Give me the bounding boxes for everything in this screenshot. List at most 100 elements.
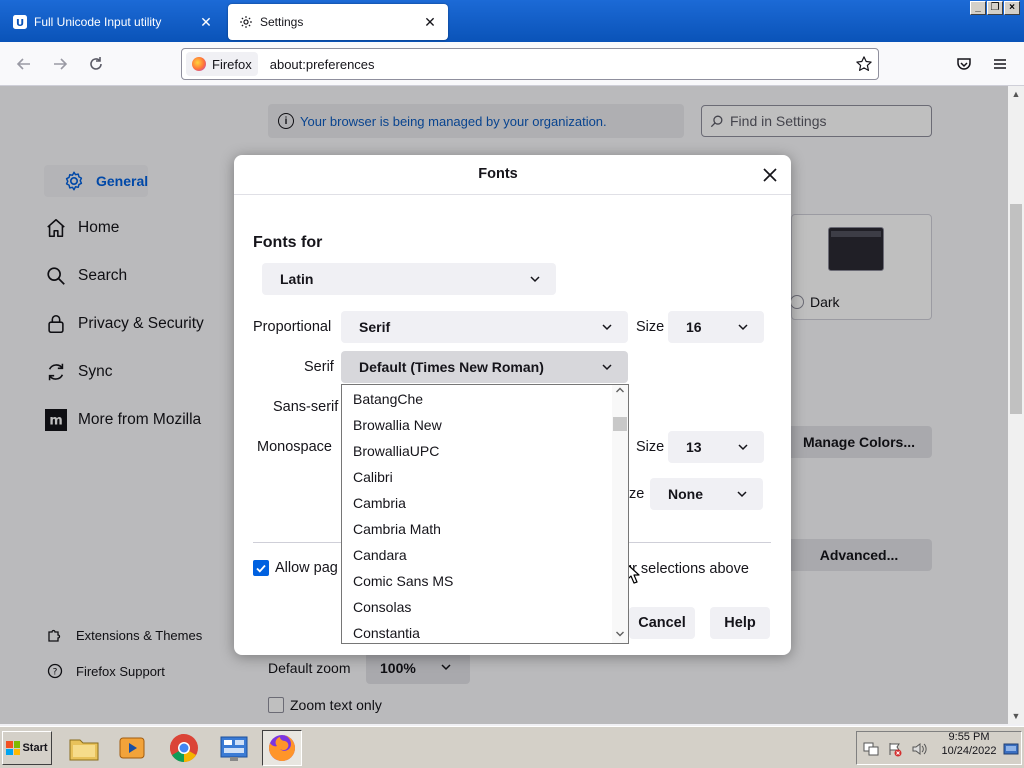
serif-label: Serif [304,359,334,375]
dropdown-option[interactable]: Constantia [342,620,612,643]
chevron-down-icon [736,440,750,454]
scroll-down-arrow-icon[interactable]: ▼ [1008,708,1024,724]
dropdown-option[interactable]: Candara [342,542,612,568]
firefox-logo-icon [192,57,206,71]
hamburger-menu-icon [994,59,1006,69]
restore-button[interactable]: ❐ [987,1,1003,15]
chevron-down-icon [600,320,614,334]
dropdown-option[interactable]: Calibri [342,464,612,490]
forward-button[interactable] [48,52,72,76]
minimize-button[interactable]: _ [970,1,986,15]
identity-label: Firefox [212,56,252,72]
url-text[interactable]: about:preferences [270,57,850,72]
proportional-label: Proportional [253,319,332,335]
dropdown-scroll-thumb[interactable] [613,417,627,431]
chevron-up-icon[interactable] [612,385,628,399]
app-menu-button[interactable] [988,52,1012,76]
start-label: Start [22,742,48,754]
page-scrollbar[interactable]: ▲ ▼ [1008,86,1024,724]
tab-unicode-utility[interactable]: U Full Unicode Input utility ✕ [2,4,224,40]
reload-button[interactable] [84,52,108,76]
windows-logo-icon [6,741,21,755]
dialog-header: Fonts [234,155,791,195]
proportional-value: Serif [359,319,391,335]
minimum-size-select[interactable]: None [650,478,763,510]
scroll-up-arrow-icon[interactable]: ▲ [1008,86,1024,102]
dropdown-option[interactable]: Cambria Math [342,516,612,542]
tab-title: Full Unicode Input utility [34,15,162,29]
window-controls: _ ❐ × [970,1,1020,15]
tab-settings[interactable]: Settings ✕ [228,4,448,40]
dropdown-scrollbar[interactable] [612,385,628,643]
serif-select[interactable]: Default (Times New Roman) [341,351,628,383]
monospace-size-select[interactable]: 13 [668,431,764,463]
close-tab-icon[interactable]: ✕ [198,14,214,30]
taskbar-clock[interactable]: 9:55 PM 10/24/2022 [934,730,1004,758]
gear-icon [238,14,254,30]
pocket-icon [957,58,971,70]
chrome-icon[interactable] [164,730,204,766]
chevron-down-icon [528,272,542,286]
proportional-size-value: 16 [686,319,702,335]
proportional-size-select[interactable]: 16 [668,311,764,343]
close-window-button[interactable]: × [1004,1,1020,15]
fonts-for-select[interactable]: Latin [262,263,556,295]
checkmark-icon[interactable] [253,560,269,576]
volume-icon[interactable] [911,741,927,757]
identity-box[interactable]: Firefox [186,52,258,76]
chevron-down-icon [600,360,614,374]
cancel-button[interactable]: Cancel [629,607,695,639]
tab-strip: U Full Unicode Input utility ✕ Settings … [0,0,1024,42]
minimum-size-label: ze [629,486,645,502]
media-player-icon[interactable] [112,730,152,766]
dropdown-option[interactable]: Browallia New [342,412,612,438]
start-button[interactable]: Start [2,731,52,765]
chevron-down-icon [735,487,749,501]
dialog-close-button[interactable] [758,163,782,187]
monospace-label: Monospace [257,439,332,455]
monospace-size-value: 13 [686,439,702,455]
back-arrow-icon [16,58,30,70]
allow-pages-label-tail: ur selections above [624,561,749,577]
pocket-button[interactable] [952,52,976,76]
serif-value: Default (Times New Roman) [359,359,544,375]
proportional-size-label: Size [636,319,665,335]
allow-pages-label: Allow pag [275,560,338,576]
scrollbar-thumb[interactable] [1010,204,1022,414]
dropdown-option[interactable]: BatangChe [342,386,612,412]
taskbar: Start 9:55 PM 10/24/2022 [0,726,1024,768]
tab-title: Settings [260,15,304,29]
file-explorer-icon[interactable] [64,730,104,766]
dropdown-option[interactable]: BrowalliaUPC [342,438,612,464]
dropdown-option[interactable]: Comic Sans MS [342,568,612,594]
unicode-icon: U [12,14,28,30]
navigation-toolbar: Firefox about:preferences [0,42,1024,86]
action-center-icon[interactable] [887,741,903,757]
forward-arrow-icon [54,58,68,70]
close-icon [763,168,777,182]
serif-font-dropdown-list: BatangChe Browallia New BrowalliaUPC Calibr… [341,384,629,644]
chevron-down-icon[interactable] [612,629,628,643]
close-tab-icon[interactable]: ✕ [422,14,438,30]
reload-icon [90,57,102,70]
help-button[interactable]: Help [710,607,770,639]
clock-time: 9:55 PM [948,731,990,743]
allow-pages-fonts-checkbox[interactable]: Allow pag [253,560,338,576]
dropdown-option[interactable]: Cambria [342,490,612,516]
url-bar[interactable]: Firefox about:preferences [181,48,879,80]
sans-serif-label: Sans-serif [273,399,339,415]
minimum-size-value: None [668,486,703,502]
fonts-for-label: Fonts for [253,234,323,251]
dropdown-option[interactable]: Consolas [342,594,612,620]
clock-date: 10/24/2022 [941,745,997,757]
proportional-select[interactable]: Serif [341,311,628,343]
show-desktop-icon[interactable] [1003,741,1019,757]
firefox-icon[interactable] [262,730,302,766]
back-button[interactable] [12,52,36,76]
bookmark-star-icon[interactable] [850,55,878,73]
network-icon[interactable] [863,741,879,757]
fonts-for-value: Latin [280,271,314,287]
dialog-title: Fonts [478,166,518,182]
svg-text:U: U [16,18,24,29]
control-panel-icon[interactable] [214,730,254,766]
